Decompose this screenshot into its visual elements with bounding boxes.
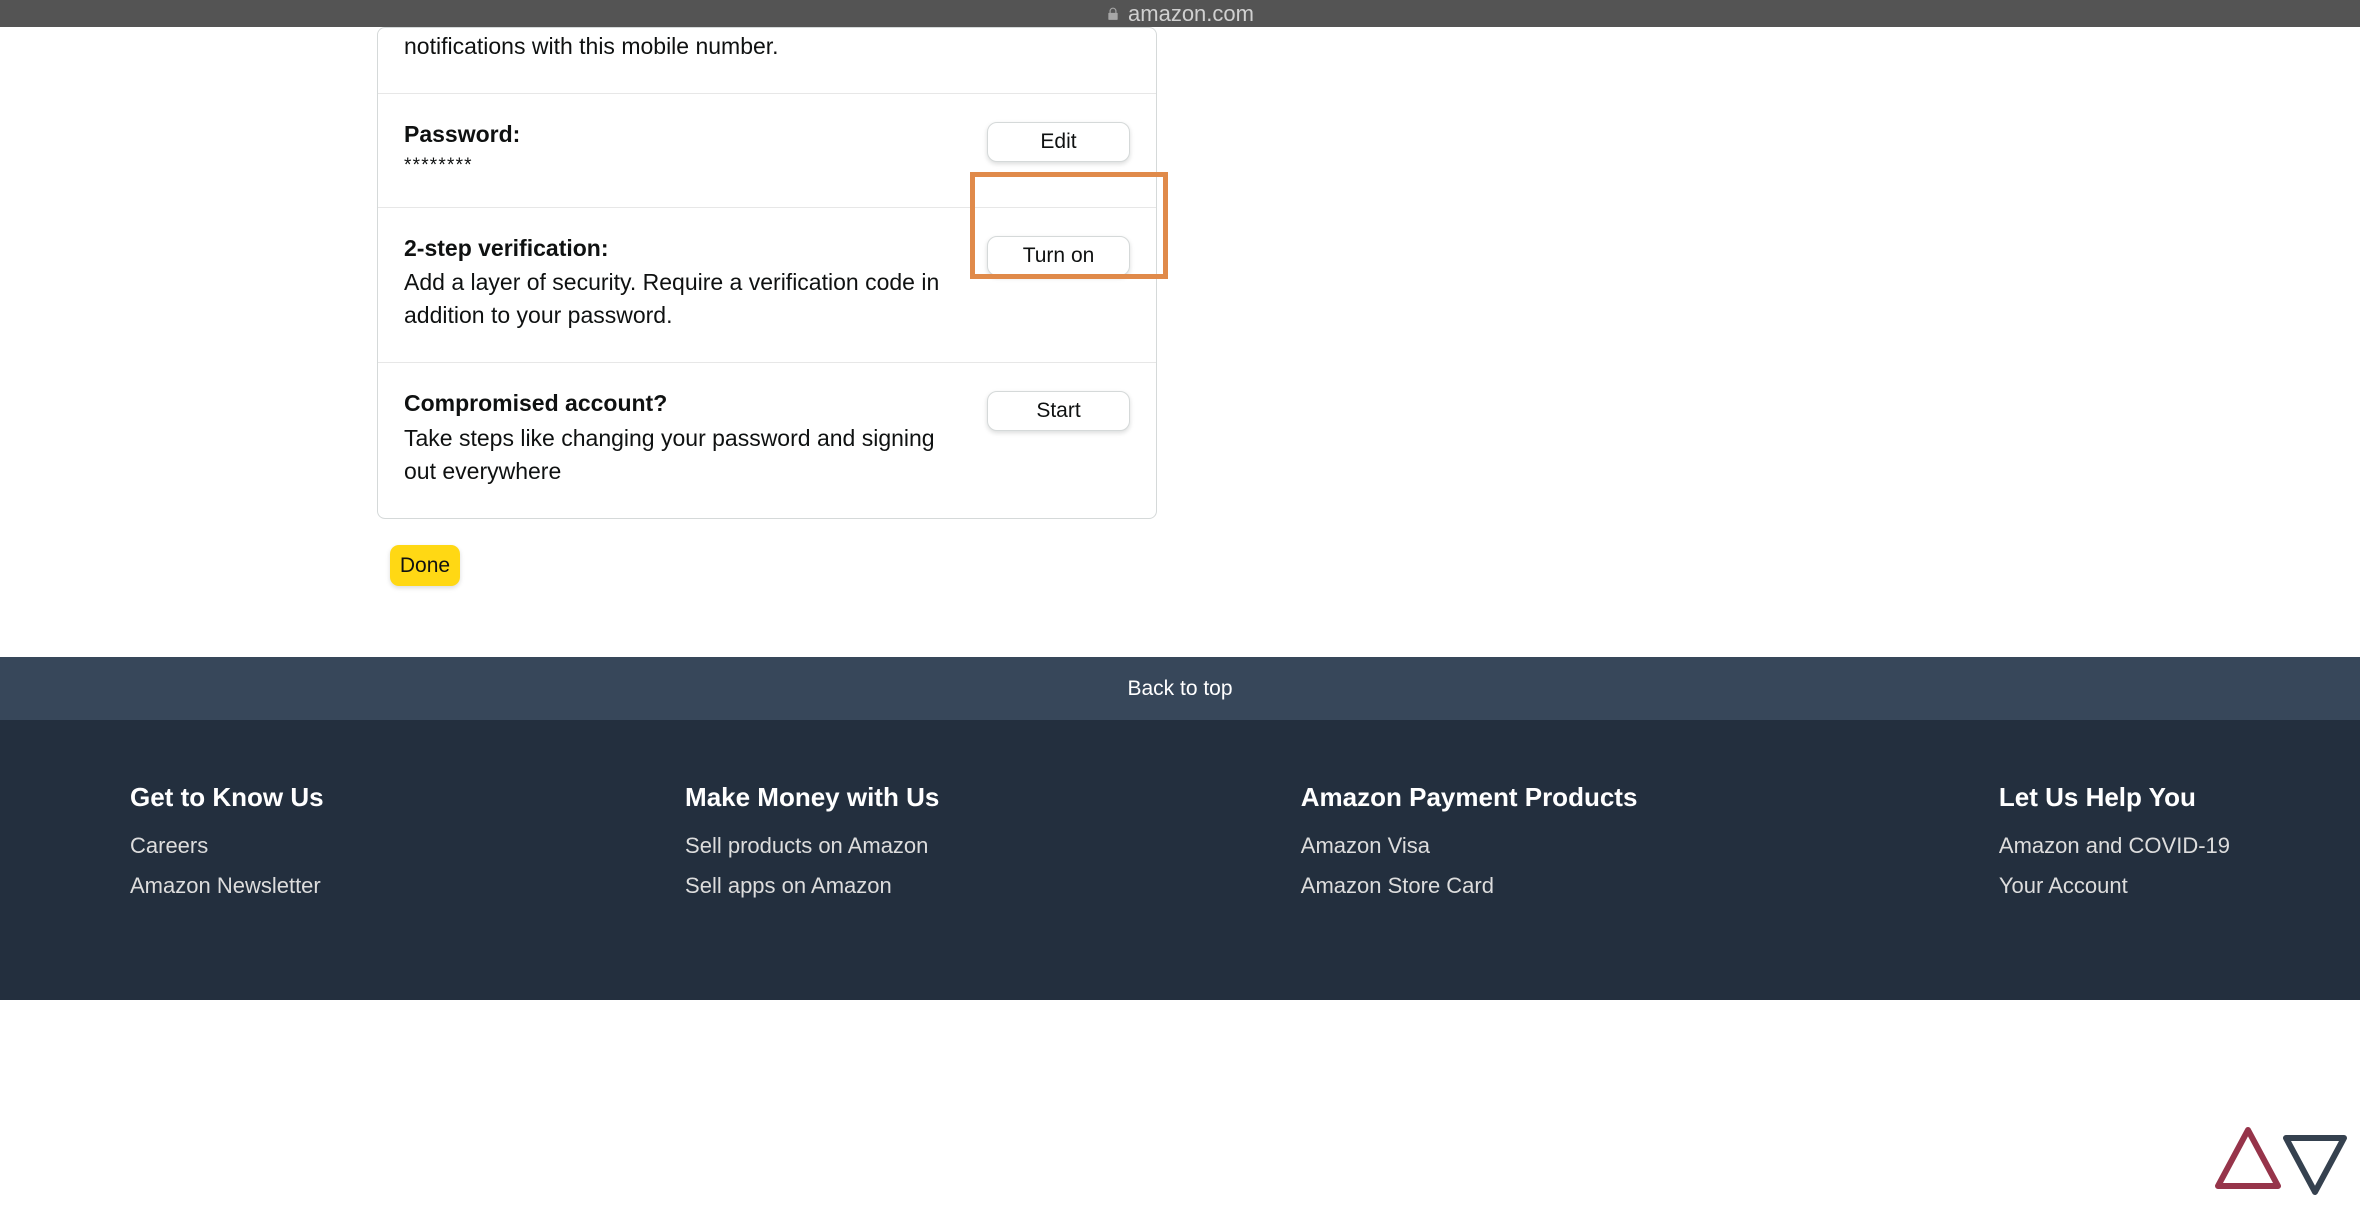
login-security-card: notifications with this mobile number. P…	[377, 27, 1157, 519]
start-compromised-button[interactable]: Start	[987, 391, 1130, 431]
browser-address-bar: amazon.com	[0, 0, 2360, 27]
footer-heading: Amazon Payment Products	[1301, 782, 1638, 813]
footer-col-know-us: Get to Know Us Careers Amazon Newsletter	[130, 782, 324, 1000]
compromised-description: Take steps like changing your password a…	[404, 422, 967, 489]
footer: Get to Know Us Careers Amazon Newsletter…	[0, 720, 2360, 1000]
two-step-description: Add a layer of security. Require a verif…	[404, 266, 967, 333]
compromised-title: Compromised account?	[404, 387, 967, 419]
mobile-row-partial: notifications with this mobile number.	[378, 28, 1156, 93]
footer-link-account[interactable]: Your Account	[1999, 873, 2230, 899]
lock-icon	[1106, 7, 1120, 21]
done-button[interactable]: Done	[390, 545, 460, 586]
two-step-row: 2-step verification: Add a layer of secu…	[378, 207, 1156, 363]
footer-link-sell-products[interactable]: Sell products on Amazon	[685, 833, 939, 859]
password-row: Password: ******** Edit	[378, 93, 1156, 206]
footer-col-help: Let Us Help You Amazon and COVID-19 Your…	[1999, 782, 2230, 1000]
footer-link-store-card[interactable]: Amazon Store Card	[1301, 873, 1638, 899]
password-value: ********	[404, 155, 967, 177]
compromised-row: Compromised account? Take steps like cha…	[378, 362, 1156, 518]
footer-heading: Get to Know Us	[130, 782, 324, 813]
edit-password-button[interactable]: Edit	[987, 122, 1130, 162]
mobile-description: notifications with this mobile number.	[404, 30, 1110, 63]
back-to-top[interactable]: Back to top	[0, 657, 2360, 720]
footer-link-newsletter[interactable]: Amazon Newsletter	[130, 873, 324, 899]
main-content: notifications with this mobile number. P…	[0, 27, 2360, 1000]
footer-col-payment: Amazon Payment Products Amazon Visa Amaz…	[1301, 782, 1638, 1000]
footer-link-covid[interactable]: Amazon and COVID-19	[1999, 833, 2230, 859]
footer-link-visa[interactable]: Amazon Visa	[1301, 833, 1638, 859]
footer-link-careers[interactable]: Careers	[130, 833, 324, 859]
footer-heading: Make Money with Us	[685, 782, 939, 813]
address-url: amazon.com	[1128, 1, 1254, 27]
watermark-logo	[2214, 1126, 2350, 1198]
footer-col-make-money: Make Money with Us Sell products on Amaz…	[685, 782, 939, 1000]
footer-link-sell-apps[interactable]: Sell apps on Amazon	[685, 873, 939, 899]
turn-on-two-step-button[interactable]: Turn on	[987, 236, 1130, 276]
two-step-title: 2-step verification:	[404, 232, 967, 264]
footer-heading: Let Us Help You	[1999, 782, 2230, 813]
password-title: Password:	[404, 118, 967, 150]
back-to-top-label: Back to top	[1127, 677, 1232, 701]
